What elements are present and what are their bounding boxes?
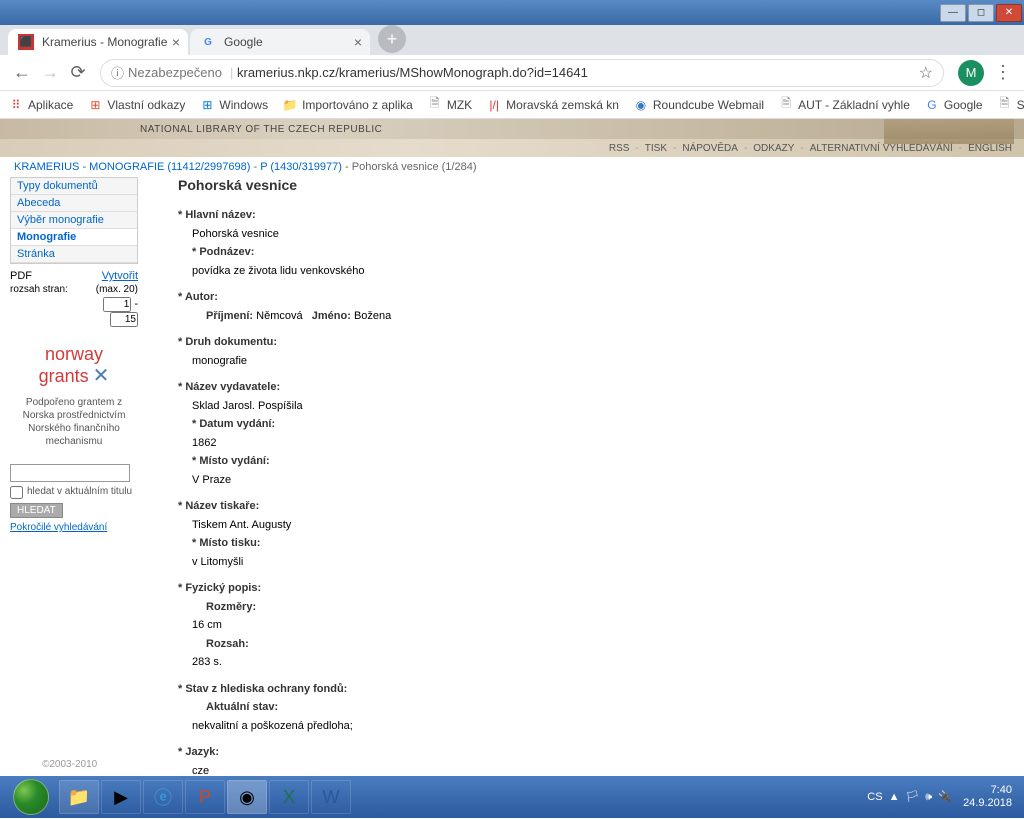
tab-favicon-icon: ⬛ xyxy=(18,34,34,50)
clock-date: 24.9.2018 xyxy=(963,797,1012,810)
window-close-button[interactable]: ✕ xyxy=(996,4,1022,22)
windows-logo-icon xyxy=(13,779,49,815)
pdf-create-link[interactable]: Vytvořit xyxy=(102,270,138,282)
bookmark-icon: G xyxy=(924,97,940,113)
bookmark-item[interactable]: ◉Roundcube Webmail xyxy=(633,97,764,113)
breadcrumb-link[interactable]: KRAMERIUS - MONOGRAFIE (11412/2997698) xyxy=(14,161,250,173)
taskbar-word-icon[interactable]: W xyxy=(311,780,351,814)
tab-close-icon[interactable]: × xyxy=(354,34,362,50)
tray-icon[interactable]: CS xyxy=(867,791,882,803)
topnav-link[interactable]: RSS xyxy=(609,143,630,154)
apps-button[interactable]: ⠿Aplikace xyxy=(8,97,73,113)
forward-button[interactable]: → xyxy=(36,59,64,87)
bookmark-icon: 📁 xyxy=(282,97,298,113)
breadcrumb-link[interactable]: P (1430/319977) xyxy=(260,161,342,173)
bookmark-icon: 🗎 xyxy=(778,97,794,113)
tray-icon[interactable]: 🕪 xyxy=(925,791,932,803)
start-button[interactable] xyxy=(4,778,58,816)
browser-toolbar: ← → ⟳ ⓘNezabezpečeno | kramerius.nkp.cz/… xyxy=(0,55,1024,91)
window-maximize-button[interactable]: ◻ xyxy=(968,4,994,22)
bookmark-icon: 🗎 xyxy=(427,97,443,113)
document-details: Pohorská vesnice * Hlavní název: Pohorsk… xyxy=(138,177,1014,776)
page-title: Pohorská vesnice xyxy=(178,177,1014,193)
browser-tab-kramerius[interactable]: ⬛ Kramerius - Monografie × xyxy=(8,29,188,55)
sidebar-menu-item[interactable]: Abeceda xyxy=(11,195,137,212)
window-minimize-button[interactable]: — xyxy=(940,4,966,22)
tray-icon[interactable]: ▲ xyxy=(889,791,900,803)
bookmark-icon: ◉ xyxy=(633,97,649,113)
bookmark-item[interactable]: 🗎Seznam ČSN xyxy=(997,97,1024,113)
search-input[interactable] xyxy=(10,464,130,482)
sidebar-menu-item[interactable]: Monografie xyxy=(11,229,137,246)
advanced-search-link[interactable]: Pokročilé vyhledávání xyxy=(10,522,138,533)
bookmark-icon: 🗎 xyxy=(997,97,1013,113)
windows-taskbar: 📁 ▶ ⓔ P ◉ X W CS ▲ 🏳 🕪 🔌 7:4024.9.2018 xyxy=(0,776,1024,818)
bookmark-item[interactable]: 🗎AUT - Základní vyhle xyxy=(778,97,910,113)
browser-tabbar: ⬛ Kramerius - Monografie × G Google × + xyxy=(0,25,1024,55)
search-button[interactable]: HLEDAT xyxy=(10,503,63,518)
topnav-link[interactable]: TISK xyxy=(645,143,667,154)
topnav-link[interactable]: NÁPOVĚDA xyxy=(682,143,738,154)
sidebar-menu: Typy dokumentůAbecedaVýběr monografieMon… xyxy=(10,177,138,264)
browser-menu-button[interactable]: ⋮ xyxy=(990,62,1016,83)
taskbar-ie-icon[interactable]: ⓔ xyxy=(143,780,183,814)
bookmark-item[interactable]: ⊞Vlastní odkazy xyxy=(87,97,185,113)
reload-button[interactable]: ⟳ xyxy=(64,59,92,87)
pdf-to-input[interactable] xyxy=(110,312,138,327)
tab-title: Google xyxy=(224,35,263,49)
breadcrumb-current: Pohorská vesnice (1/284) xyxy=(352,161,477,173)
bookmark-star-icon[interactable]: ☆ xyxy=(919,63,933,83)
window-titlebar: — ◻ ✕ xyxy=(0,0,1024,25)
bookmark-item[interactable]: 📁Importováno z aplika xyxy=(282,97,413,113)
taskbar-chrome-icon[interactable]: ◉ xyxy=(227,780,267,814)
tab-title: Kramerius - Monografie xyxy=(42,35,167,49)
taskbar-media-icon[interactable]: ▶ xyxy=(101,780,141,814)
sidebar-pdf: PDFVytvořit rozsah stran:(max. 20) - xyxy=(10,270,138,327)
bookmark-item[interactable]: GGoogle xyxy=(924,97,983,113)
sidebar-menu-item[interactable]: Výběr monografie xyxy=(11,212,137,229)
topnav-link[interactable]: ODKAZY xyxy=(753,143,794,154)
bookmarks-bar: ⠿Aplikace ⊞Vlastní odkazy ⊞Windows 📁Import… xyxy=(0,91,1024,119)
sidebar-menu-item[interactable]: Stránka xyxy=(11,246,137,263)
sidebar-menu-item[interactable]: Typy dokumentů xyxy=(11,178,137,195)
back-button[interactable]: ← xyxy=(8,59,36,87)
new-tab-button[interactable]: + xyxy=(378,25,406,53)
url-text: kramerius.nkp.cz/kramerius/MShowMonograp… xyxy=(237,65,588,80)
pdf-from-input[interactable] xyxy=(103,297,131,312)
bookmark-icon: ⊞ xyxy=(199,97,215,113)
copyright: ©2003-2010 xyxy=(42,759,97,770)
breadcrumb: KRAMERIUS - MONOGRAFIE (11412/2997698) -… xyxy=(0,157,1024,177)
taskbar-explorer-icon[interactable]: 📁 xyxy=(59,780,99,814)
system-tray[interactable]: CS ▲ 🏳 🕪 🔌 7:4024.9.2018 xyxy=(864,784,1020,810)
bookmark-item[interactable]: |/|Moravská zemská kn xyxy=(486,97,619,113)
site-topnav: RSS - TISK - NÁPOVĚDA - ODKAZY - ALTERNA… xyxy=(0,139,1024,157)
bookmark-icon: ⊞ xyxy=(87,97,103,113)
topnav-link[interactable]: ALTERNATIVNÍ VYHLEDÁVÁNÍ xyxy=(810,143,953,154)
tray-icon[interactable]: 🔌 xyxy=(938,791,952,803)
sidebar-search: hledat v aktuálním titulu HLEDAT Pokroči… xyxy=(10,464,138,533)
sidebar-norway-grants: norway grants✕ Podpořeno grantem z Norsk… xyxy=(10,345,138,448)
page-content: NATIONAL LIBRARY OF THE CZECH REPUBLIC R… xyxy=(0,119,1024,776)
topnav-link[interactable]: ENGLISH xyxy=(968,143,1012,154)
clock-time: 7:40 xyxy=(963,784,1012,797)
taskbar-powerpoint-icon[interactable]: P xyxy=(185,780,225,814)
browser-tab-google[interactable]: G Google × xyxy=(190,29,370,55)
search-in-title-checkbox[interactable] xyxy=(10,486,23,499)
taskbar-excel-icon[interactable]: X xyxy=(269,780,309,814)
tab-favicon-icon: G xyxy=(200,34,216,50)
tab-close-icon[interactable]: × xyxy=(172,34,180,50)
profile-avatar-button[interactable]: M xyxy=(958,60,984,86)
bookmark-item[interactable]: 🗎MZK xyxy=(427,97,472,113)
tray-icon[interactable]: 🏳 xyxy=(905,791,919,803)
bookmark-icon: |/| xyxy=(486,97,502,113)
bookmark-item[interactable]: ⊞Windows xyxy=(199,97,268,113)
site-banner: NATIONAL LIBRARY OF THE CZECH REPUBLIC xyxy=(0,119,1024,139)
security-indicator: ⓘNezabezpečeno xyxy=(111,63,222,82)
address-bar[interactable]: ⓘNezabezpečeno | kramerius.nkp.cz/kramer… xyxy=(100,59,944,87)
sidebar: Typy dokumentůAbecedaVýběr monografieMon… xyxy=(10,177,138,776)
